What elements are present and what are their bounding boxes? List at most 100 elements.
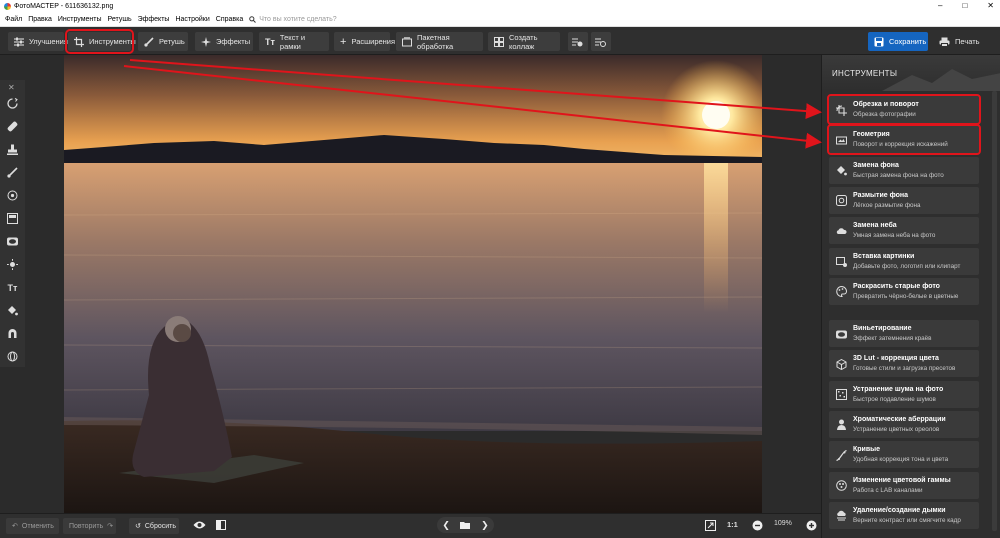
- undo-button[interactable]: ↶ Отменить: [6, 518, 59, 534]
- create-collage-button[interactable]: Создать коллаж: [488, 32, 560, 51]
- bucket-icon: [835, 165, 847, 177]
- create-collage-label: Создать коллаж: [509, 32, 538, 51]
- folder-icon[interactable]: [460, 521, 471, 529]
- tool-card-title: Раскрасить старые фото: [853, 282, 940, 290]
- tool-card-effects-5[interactable]: Изменение цветовой гаммы Работа с LAB кан…: [829, 471, 979, 499]
- tool-card-effects-4[interactable]: Кривые Удобная коррекция тона и цвета: [829, 441, 979, 469]
- close-icon[interactable]: ✕: [987, 0, 994, 12]
- printer-icon: [939, 37, 950, 47]
- search-icon: [249, 15, 257, 23]
- tab-retouch[interactable]: Ретушь: [138, 32, 188, 51]
- left-tool-strip: ✕ Tт: [0, 80, 25, 367]
- plus-icon: +: [340, 35, 347, 48]
- curves-icon: [835, 449, 847, 461]
- tool-card-tools-1[interactable]: Геометрия Поворот и коррекция искажений: [827, 124, 981, 156]
- menu-edit[interactable]: Правка: [25, 16, 55, 23]
- tool-card-tools-4[interactable]: Замена неба Умная замена неба на фото: [829, 217, 979, 245]
- print-button[interactable]: Печать: [933, 32, 988, 51]
- maximize-icon[interactable]: □: [962, 0, 967, 12]
- minimize-icon[interactable]: –: [938, 0, 942, 12]
- save-button[interactable]: Сохранить: [868, 32, 928, 51]
- tool-card-title: Удаление/создание дымки: [853, 506, 946, 514]
- stamp-tool-icon[interactable]: [6, 143, 19, 156]
- tool-card-tools-6[interactable]: Раскрасить старые фото Превратить чёрно-б…: [829, 277, 979, 305]
- redo-icon: ↷: [107, 523, 114, 530]
- menu-file[interactable]: Файл: [2, 16, 25, 23]
- tool-card-effects-1[interactable]: 3D Lut - коррекция цвета Готовые стили и …: [829, 350, 979, 378]
- reset-button[interactable]: ↺ Сбросить: [129, 518, 179, 534]
- image-navigator: ❮ ❯: [437, 517, 494, 533]
- haze-icon: [835, 510, 847, 522]
- bandage-tool-icon[interactable]: [6, 120, 19, 133]
- tool-card-effects-6[interactable]: Удаление/создание дымки Верните контраст …: [829, 501, 979, 529]
- tool-card-title: 3D Lut - коррекция цвета: [853, 355, 939, 363]
- compare-icon[interactable]: [216, 520, 226, 530]
- tab-tools[interactable]: Инструменты: [65, 29, 136, 54]
- light-tool-icon[interactable]: [6, 258, 19, 271]
- tool-card-subtitle: Эффект затемнения краёв: [853, 335, 932, 342]
- tab-enhancements-label: Улучшения: [29, 37, 68, 46]
- tab-enhancements[interactable]: Улучшения: [8, 32, 68, 51]
- tab-effects-label: Эффекты: [216, 37, 251, 46]
- menu-help[interactable]: Справка: [213, 16, 246, 23]
- magnet-tool-icon[interactable]: [6, 327, 19, 340]
- tool-card-subtitle: Добавьте фото, логотип или клипарт: [853, 262, 961, 270]
- batch-processing-button[interactable]: Пакетная обработка: [396, 32, 483, 51]
- menu-settings[interactable]: Настройки: [172, 16, 212, 23]
- close-strip-icon[interactable]: ✕: [8, 83, 15, 92]
- vignette-tool-icon[interactable]: [6, 235, 19, 248]
- tool-card-tools-0[interactable]: Обрезка и поворот Обрезка фотографии: [827, 94, 981, 125]
- prev-image-icon[interactable]: ❮: [442, 520, 450, 531]
- tool-card-title: Хроматические аберрации: [853, 415, 946, 423]
- list-settings-icon: [595, 38, 606, 47]
- search-placeholder: Что вы хотите сделать?: [259, 15, 337, 23]
- zoom-in-icon[interactable]: [806, 520, 817, 531]
- zoom-out-icon[interactable]: [752, 520, 763, 531]
- rotate-tool-icon[interactable]: [6, 97, 19, 110]
- tool-card-title: Виньетирование: [853, 325, 912, 332]
- fill-tool-icon[interactable]: [6, 304, 19, 317]
- menu-effects[interactable]: Эффекты: [135, 16, 173, 23]
- tool-card-tools-3[interactable]: Размытие фона Лёгкое размытие фона: [829, 186, 979, 214]
- tool-card-effects-0[interactable]: Виньетирование Эффект затемнения краёв: [829, 320, 979, 347]
- sunset-lake-photo: [64, 55, 762, 513]
- print-label: Печать: [955, 37, 980, 46]
- tool-card-title: Геометрия: [853, 131, 890, 139]
- tool-card-effects-2[interactable]: Устранение шума на фото Быстрое подавлени…: [829, 380, 979, 408]
- menu-tools[interactable]: Инструменты: [55, 16, 105, 23]
- next-image-icon[interactable]: ❯: [481, 520, 489, 531]
- sparkle-icon: [201, 36, 211, 47]
- tool-card-effects-3[interactable]: Хроматические аберрации Устранение цветны…: [829, 410, 979, 438]
- tool-card-subtitle: Готовые стили и загрузка пресетов: [853, 365, 956, 373]
- tab-retouch-label: Ретушь: [159, 37, 185, 46]
- photo-canvas[interactable]: [64, 55, 762, 513]
- tab-extensions[interactable]: + Расширения: [334, 32, 395, 51]
- ratio-one-to-one[interactable]: 1:1: [727, 520, 738, 529]
- tool-card-tools-2[interactable]: Замена фона Быстрая замена фона на фото: [829, 156, 979, 184]
- batch-icon: [402, 36, 412, 46]
- redo-button[interactable]: Повторить ↷: [63, 518, 116, 534]
- undo-label: Отменить: [21, 522, 54, 530]
- list-plus-icon: [572, 38, 583, 46]
- globe-tool-icon[interactable]: [6, 350, 19, 363]
- brush-tool-icon[interactable]: [6, 166, 19, 179]
- palette-icon: [835, 286, 847, 298]
- tool-card-tools-5[interactable]: Вставка картинки Добавьте фото, логотип и…: [829, 247, 979, 275]
- presets-list-button[interactable]: [591, 32, 611, 51]
- redo-label: Повторить: [69, 522, 104, 530]
- tab-text-frames[interactable]: Tт Текст и рамки: [259, 32, 329, 51]
- crop-rotate-icon: [835, 104, 847, 116]
- aberration-icon: [835, 419, 847, 431]
- radial-filter-icon[interactable]: [6, 189, 19, 202]
- gradient-filter-icon[interactable]: [6, 212, 19, 225]
- window-title: ФотоМАСТЕР - 611636132.png: [14, 2, 114, 10]
- tool-card-title: Обрезка и поворот: [853, 101, 919, 108]
- panel-scrollbar[interactable]: [992, 91, 997, 531]
- fit-screen-icon[interactable]: [705, 520, 716, 531]
- menu-search[interactable]: Что вы хотите сделать?: [249, 15, 337, 23]
- text-tool-icon[interactable]: Tт: [6, 281, 19, 294]
- eye-icon[interactable]: [193, 520, 206, 530]
- tab-effects[interactable]: Эффекты: [195, 32, 253, 51]
- history-list-button[interactable]: [568, 32, 588, 51]
- menu-retouch[interactable]: Ретушь: [105, 16, 135, 23]
